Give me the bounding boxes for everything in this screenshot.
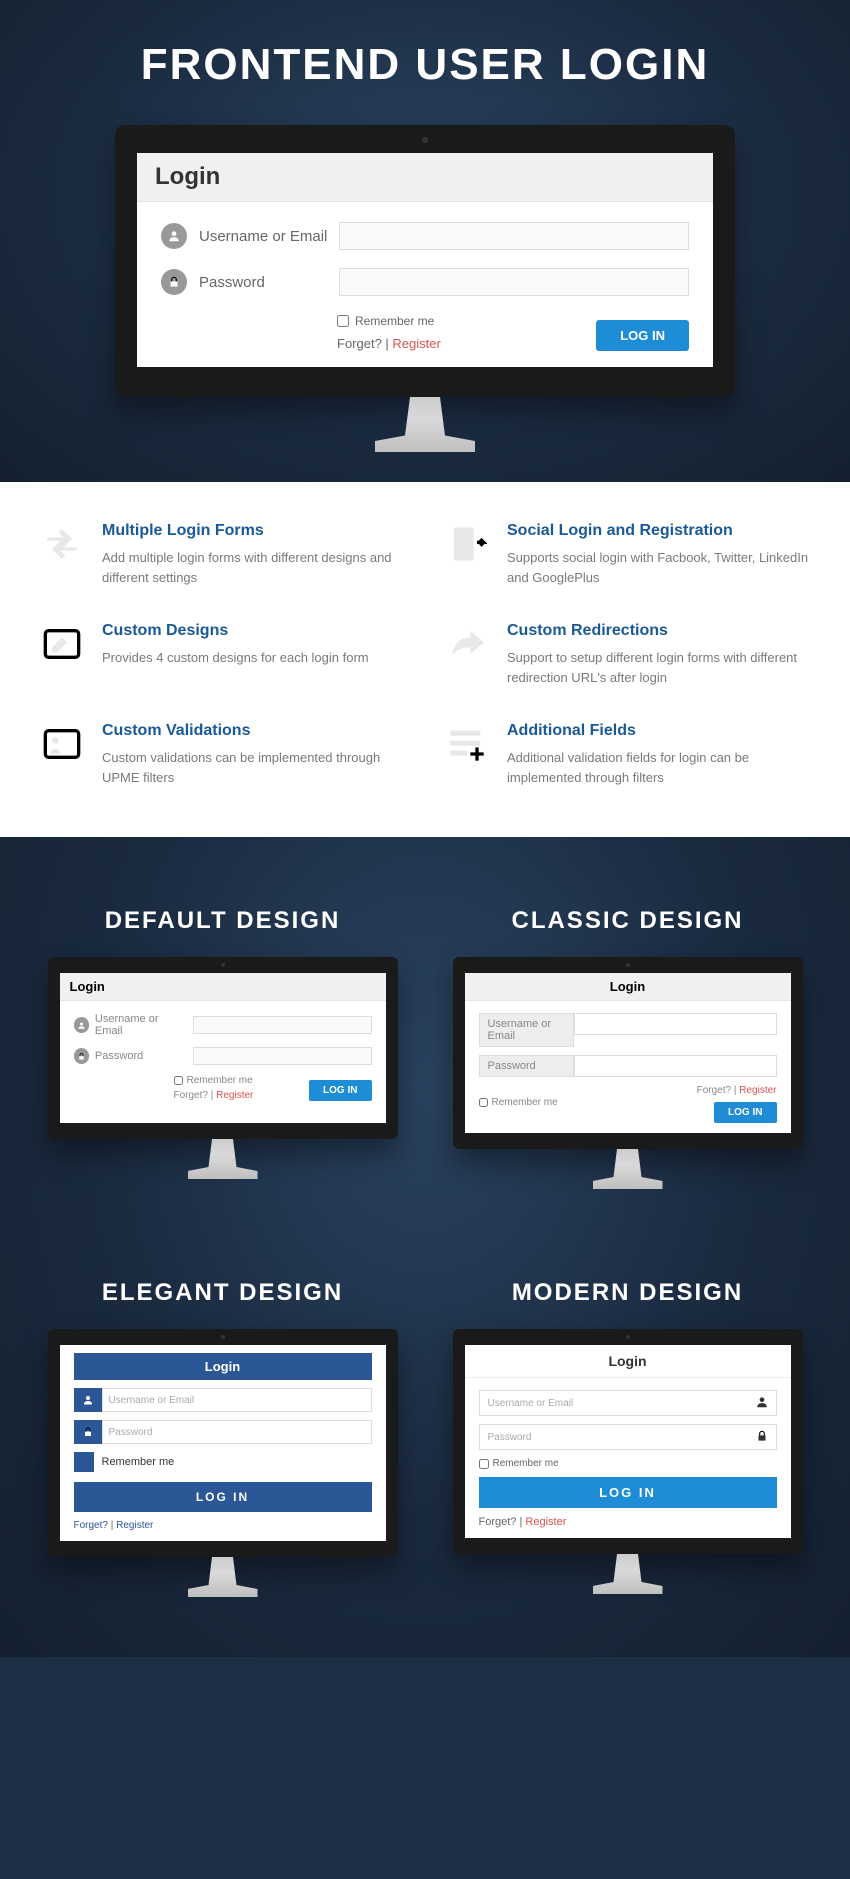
username-label: Username or Email [95,1013,187,1037]
login-button[interactable]: LOG IN [479,1477,777,1508]
password-label: Password [199,274,339,291]
user-icon [161,223,187,249]
login-button[interactable]: LOG IN [74,1482,372,1512]
login-form-header: Login [137,153,713,202]
lock-icon [74,1048,89,1064]
password-label: Password [479,1055,574,1077]
password-input[interactable]: Password [102,1420,372,1444]
feature-social-login: Social Login and Registration Supports s… [445,522,810,587]
feature-desc: Support to setup different login forms w… [507,648,810,687]
design-modern: MODERN DESIGN Login Username or Email Pa… [445,1279,810,1597]
remember-label: Remember me [355,314,434,328]
login-heading: Login [74,1353,372,1380]
feature-desc: Additional validation fields for login c… [507,748,810,787]
lock-icon [74,1420,102,1444]
feature-desc: Provides 4 custom designs for each login… [102,648,369,668]
features-section: Multiple Login Forms Add multiple login … [0,482,850,837]
register-link[interactable]: Register [392,336,440,351]
design-title: ELEGANT DESIGN [40,1279,405,1307]
pen-icon [40,622,84,666]
login-button[interactable]: LOG IN [596,320,689,351]
username-label: Username or Email [199,228,339,245]
forget-link[interactable]: Forget? [697,1085,731,1096]
username-input[interactable] [193,1016,372,1034]
card-icon [40,722,84,766]
register-link[interactable]: Register [116,1520,153,1531]
username-input[interactable] [574,1013,777,1035]
forget-link[interactable]: Forget? [74,1520,108,1531]
door-icon [445,522,489,566]
login-form: Login Username or Email Password [137,153,713,367]
username-input[interactable] [339,222,689,250]
password-input[interactable] [339,268,689,296]
forget-link[interactable]: Forget? [337,336,382,351]
login-heading: Login [60,973,386,1001]
login-heading: Login [465,1345,791,1378]
feature-additional-fields: Additional Fields Additional validation … [445,722,810,787]
register-link[interactable]: Register [525,1516,566,1528]
design-elegant: ELEGANT DESIGN Login Username or Email [40,1279,405,1597]
designs-section: DEFAULT DESIGN Login Username or Email [0,837,850,1657]
hero-monitor: Login Username or Email Password [115,125,735,452]
design-default: DEFAULT DESIGN Login Username or Email [40,907,405,1189]
password-input[interactable] [193,1047,372,1065]
login-button[interactable]: LOG IN [714,1102,776,1123]
design-title: MODERN DESIGN [445,1279,810,1307]
design-classic: CLASSIC DESIGN Login Username or Email P… [445,907,810,1189]
design-title: CLASSIC DESIGN [445,907,810,935]
login-heading: Login [465,973,791,1001]
password-input[interactable]: Password [479,1424,777,1450]
login-heading: Login [155,163,695,191]
username-input[interactable]: Username or Email [102,1388,372,1412]
remember-checkbox[interactable] [174,1076,183,1085]
feature-title: Multiple Login Forms [102,522,405,540]
remember-label: Remember me [102,1456,175,1468]
feature-title: Custom Designs [102,622,369,640]
feature-title: Custom Redirections [507,622,810,640]
feature-multiple-forms: Multiple Login Forms Add multiple login … [40,522,405,587]
arrows-icon [40,522,84,566]
lines-icon [445,722,489,766]
user-icon [74,1017,89,1033]
forget-link[interactable]: Forget? [479,1516,517,1528]
lock-icon [755,1429,769,1446]
lock-icon [161,269,187,295]
remember-checkbox[interactable] [479,1098,488,1107]
remember-checkbox[interactable] [74,1452,94,1472]
register-link[interactable]: Register [216,1090,253,1101]
feature-desc: Supports social login with Facbook, Twit… [507,548,810,587]
share-icon [445,622,489,666]
feature-title: Additional Fields [507,722,810,740]
feature-custom-validations: Custom Validations Custom validations ca… [40,722,405,787]
feature-desc: Custom validations can be implemented th… [102,748,405,787]
feature-custom-redirections: Custom Redirections Support to setup dif… [445,622,810,687]
remember-checkbox[interactable] [479,1459,489,1469]
page-title: FRONTEND USER LOGIN [0,40,850,90]
feature-title: Custom Validations [102,722,405,740]
login-button[interactable]: LOG IN [309,1080,371,1101]
remember-checkbox[interactable] [337,315,349,327]
user-icon [755,1395,769,1412]
password-label: Password [95,1050,187,1062]
username-input[interactable]: Username or Email [479,1390,777,1416]
user-icon [74,1388,102,1412]
design-title: DEFAULT DESIGN [40,907,405,935]
hero-section: FRONTEND USER LOGIN Login Username or Em… [0,0,850,482]
feature-desc: Add multiple login forms with different … [102,548,405,587]
username-label: Username or Email [479,1013,574,1047]
register-link[interactable]: Register [739,1085,776,1096]
forget-link[interactable]: Forget? [174,1090,208,1101]
password-input[interactable] [574,1055,777,1077]
feature-title: Social Login and Registration [507,522,810,540]
feature-custom-designs: Custom Designs Provides 4 custom designs… [40,622,405,687]
